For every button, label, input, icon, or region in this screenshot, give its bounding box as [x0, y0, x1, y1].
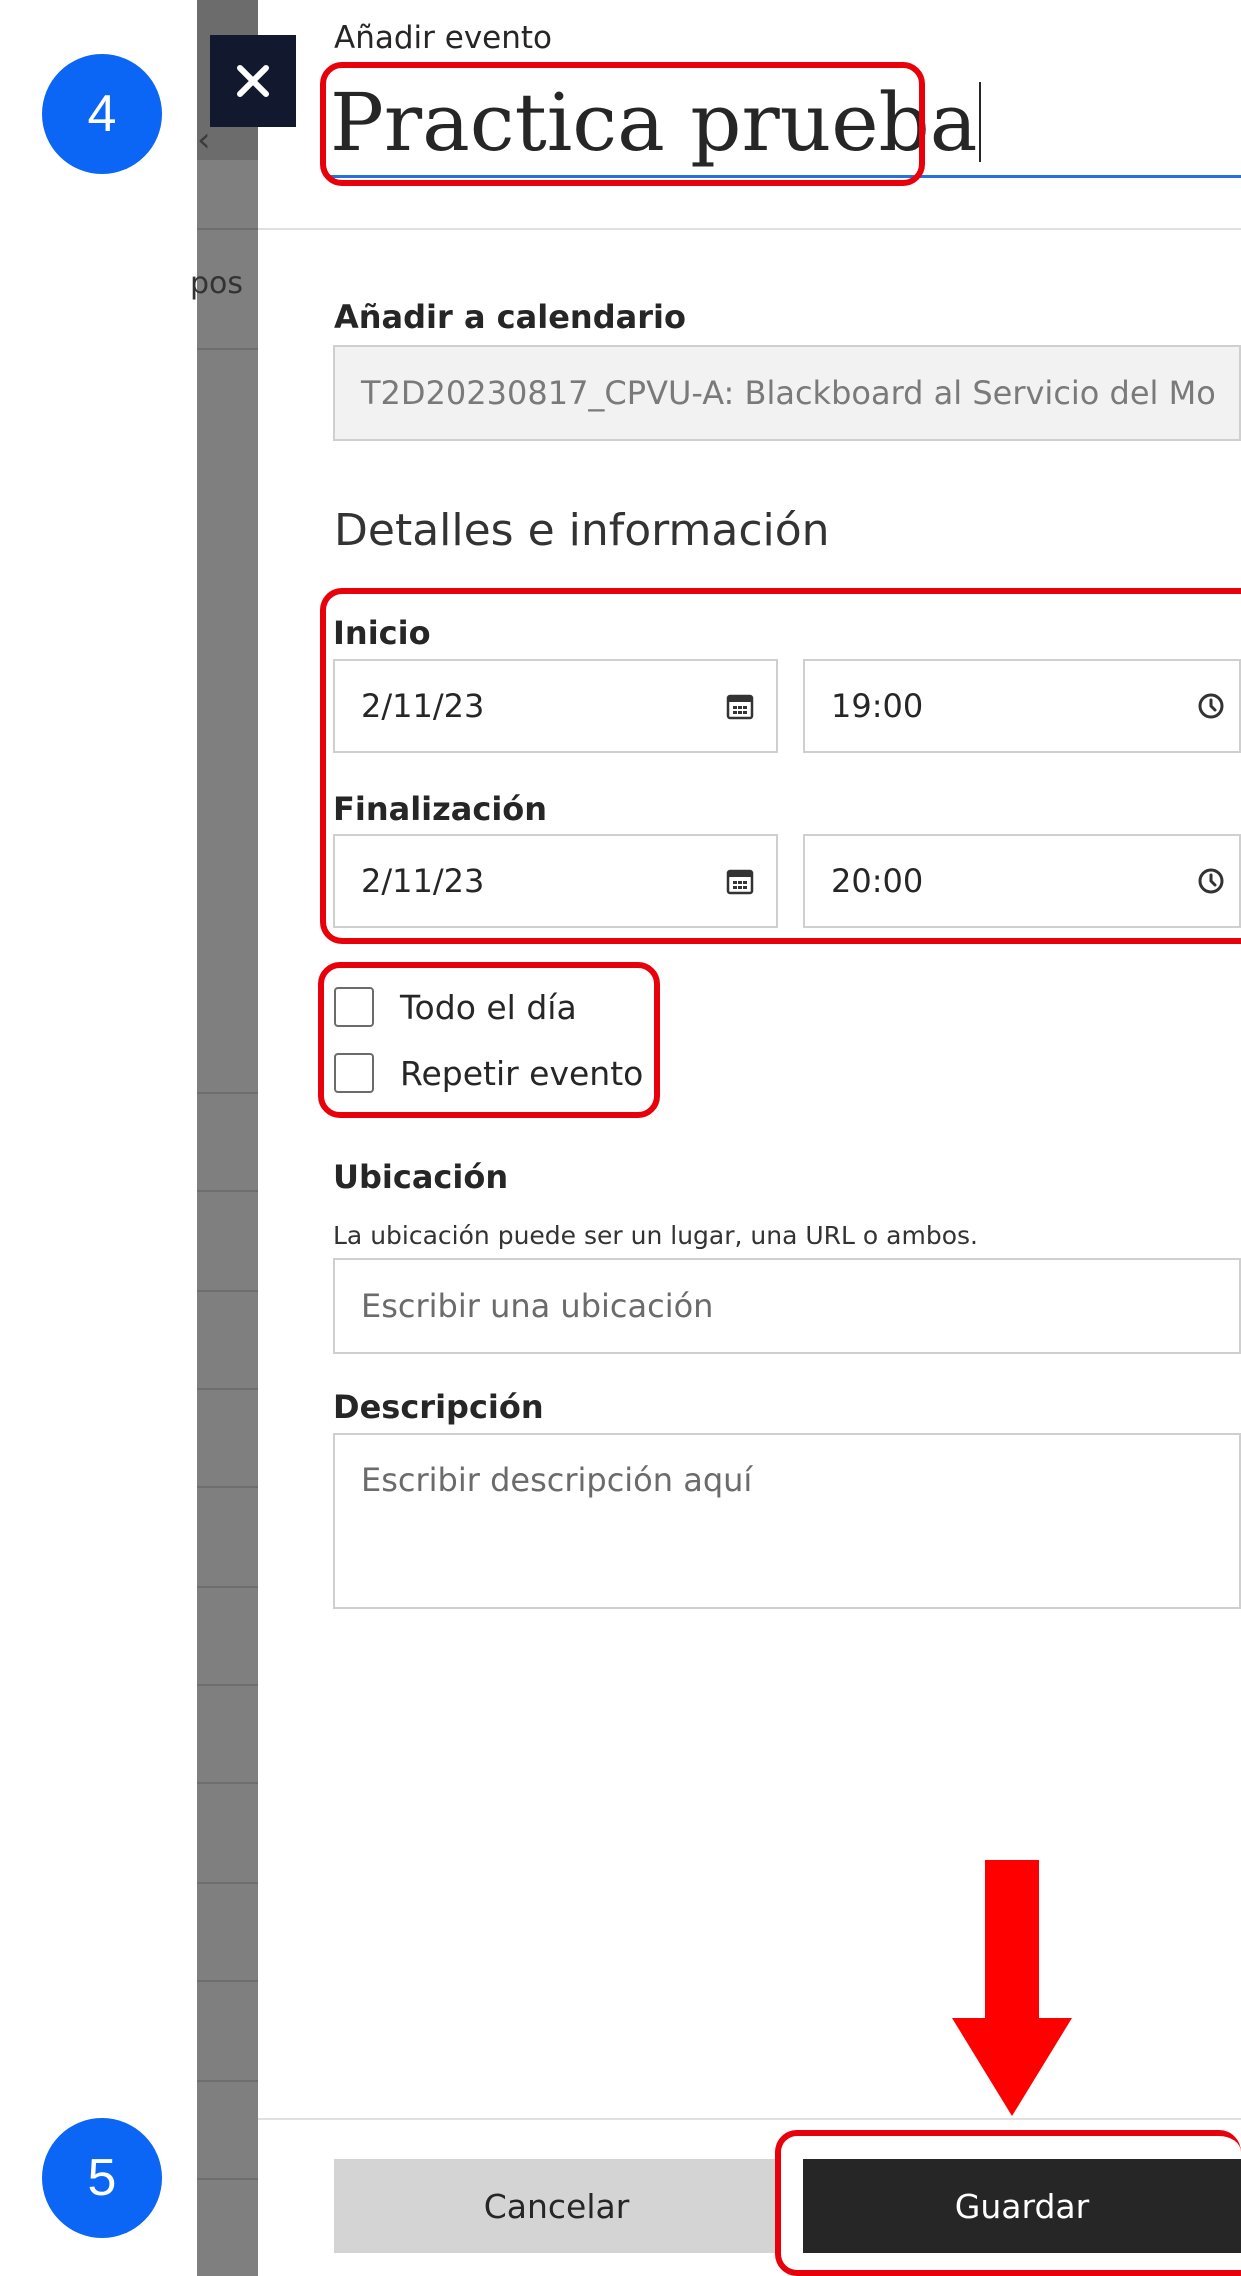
background-divider [197, 1190, 258, 1192]
highlight-checkboxes [318, 962, 660, 1118]
step-badge-4: 4 [42, 54, 162, 174]
background-divider [197, 1980, 258, 1982]
background-partial-text: pos [190, 266, 244, 301]
location-label: Ubicación [333, 1158, 509, 1196]
footer-divider [258, 2118, 1241, 2120]
background-divider [197, 1486, 258, 1488]
calendar-field: T2D20230817_CPVU-A: Blackboard al Servic… [333, 345, 1241, 441]
location-help-text: La ubicación puede ser un lugar, una URL… [333, 1221, 978, 1250]
add-event-panel [258, 0, 1241, 2276]
header-divider [258, 228, 1241, 230]
step-badge-5: 5 [42, 2118, 162, 2238]
background-divider [197, 1092, 258, 1094]
close-button[interactable] [210, 35, 296, 127]
modal-overline: Añadir evento [334, 20, 552, 56]
details-section-title: Detalles e información [334, 505, 830, 556]
location-input[interactable]: Escribir una ubicación [333, 1258, 1241, 1354]
background-divider [197, 1290, 258, 1292]
description-placeholder: Escribir descripción aquí [361, 1461, 753, 1499]
background-divider [197, 228, 258, 230]
description-label: Descripción [333, 1388, 544, 1426]
background-divider [197, 2178, 258, 2180]
background-divider [197, 348, 258, 350]
highlight-title [320, 62, 925, 186]
highlight-dates [320, 588, 1241, 944]
background-divider [197, 1388, 258, 1390]
background-divider [197, 1782, 258, 1784]
description-textarea[interactable]: Escribir descripción aquí [333, 1433, 1241, 1609]
text-caret [979, 82, 982, 162]
background-divider [197, 2080, 258, 2082]
cancel-button[interactable]: Cancelar [334, 2159, 779, 2253]
close-icon [237, 65, 269, 97]
location-placeholder: Escribir una ubicación [361, 1287, 714, 1325]
background-overlay [197, 0, 258, 2276]
background-divider [197, 1684, 258, 1686]
screenshot-stage: pos ‹ Añadir evento Practica prueba Añad… [0, 0, 1241, 2276]
arrow-down-icon [952, 1860, 1072, 2116]
chevron-left-icon: ‹ [197, 120, 211, 160]
background-divider [197, 1586, 258, 1588]
highlight-save [775, 2130, 1241, 2276]
calendar-label: Añadir a calendario [334, 298, 686, 336]
background-divider [197, 1882, 258, 1884]
calendar-value: T2D20230817_CPVU-A: Blackboard al Servic… [361, 374, 1216, 412]
